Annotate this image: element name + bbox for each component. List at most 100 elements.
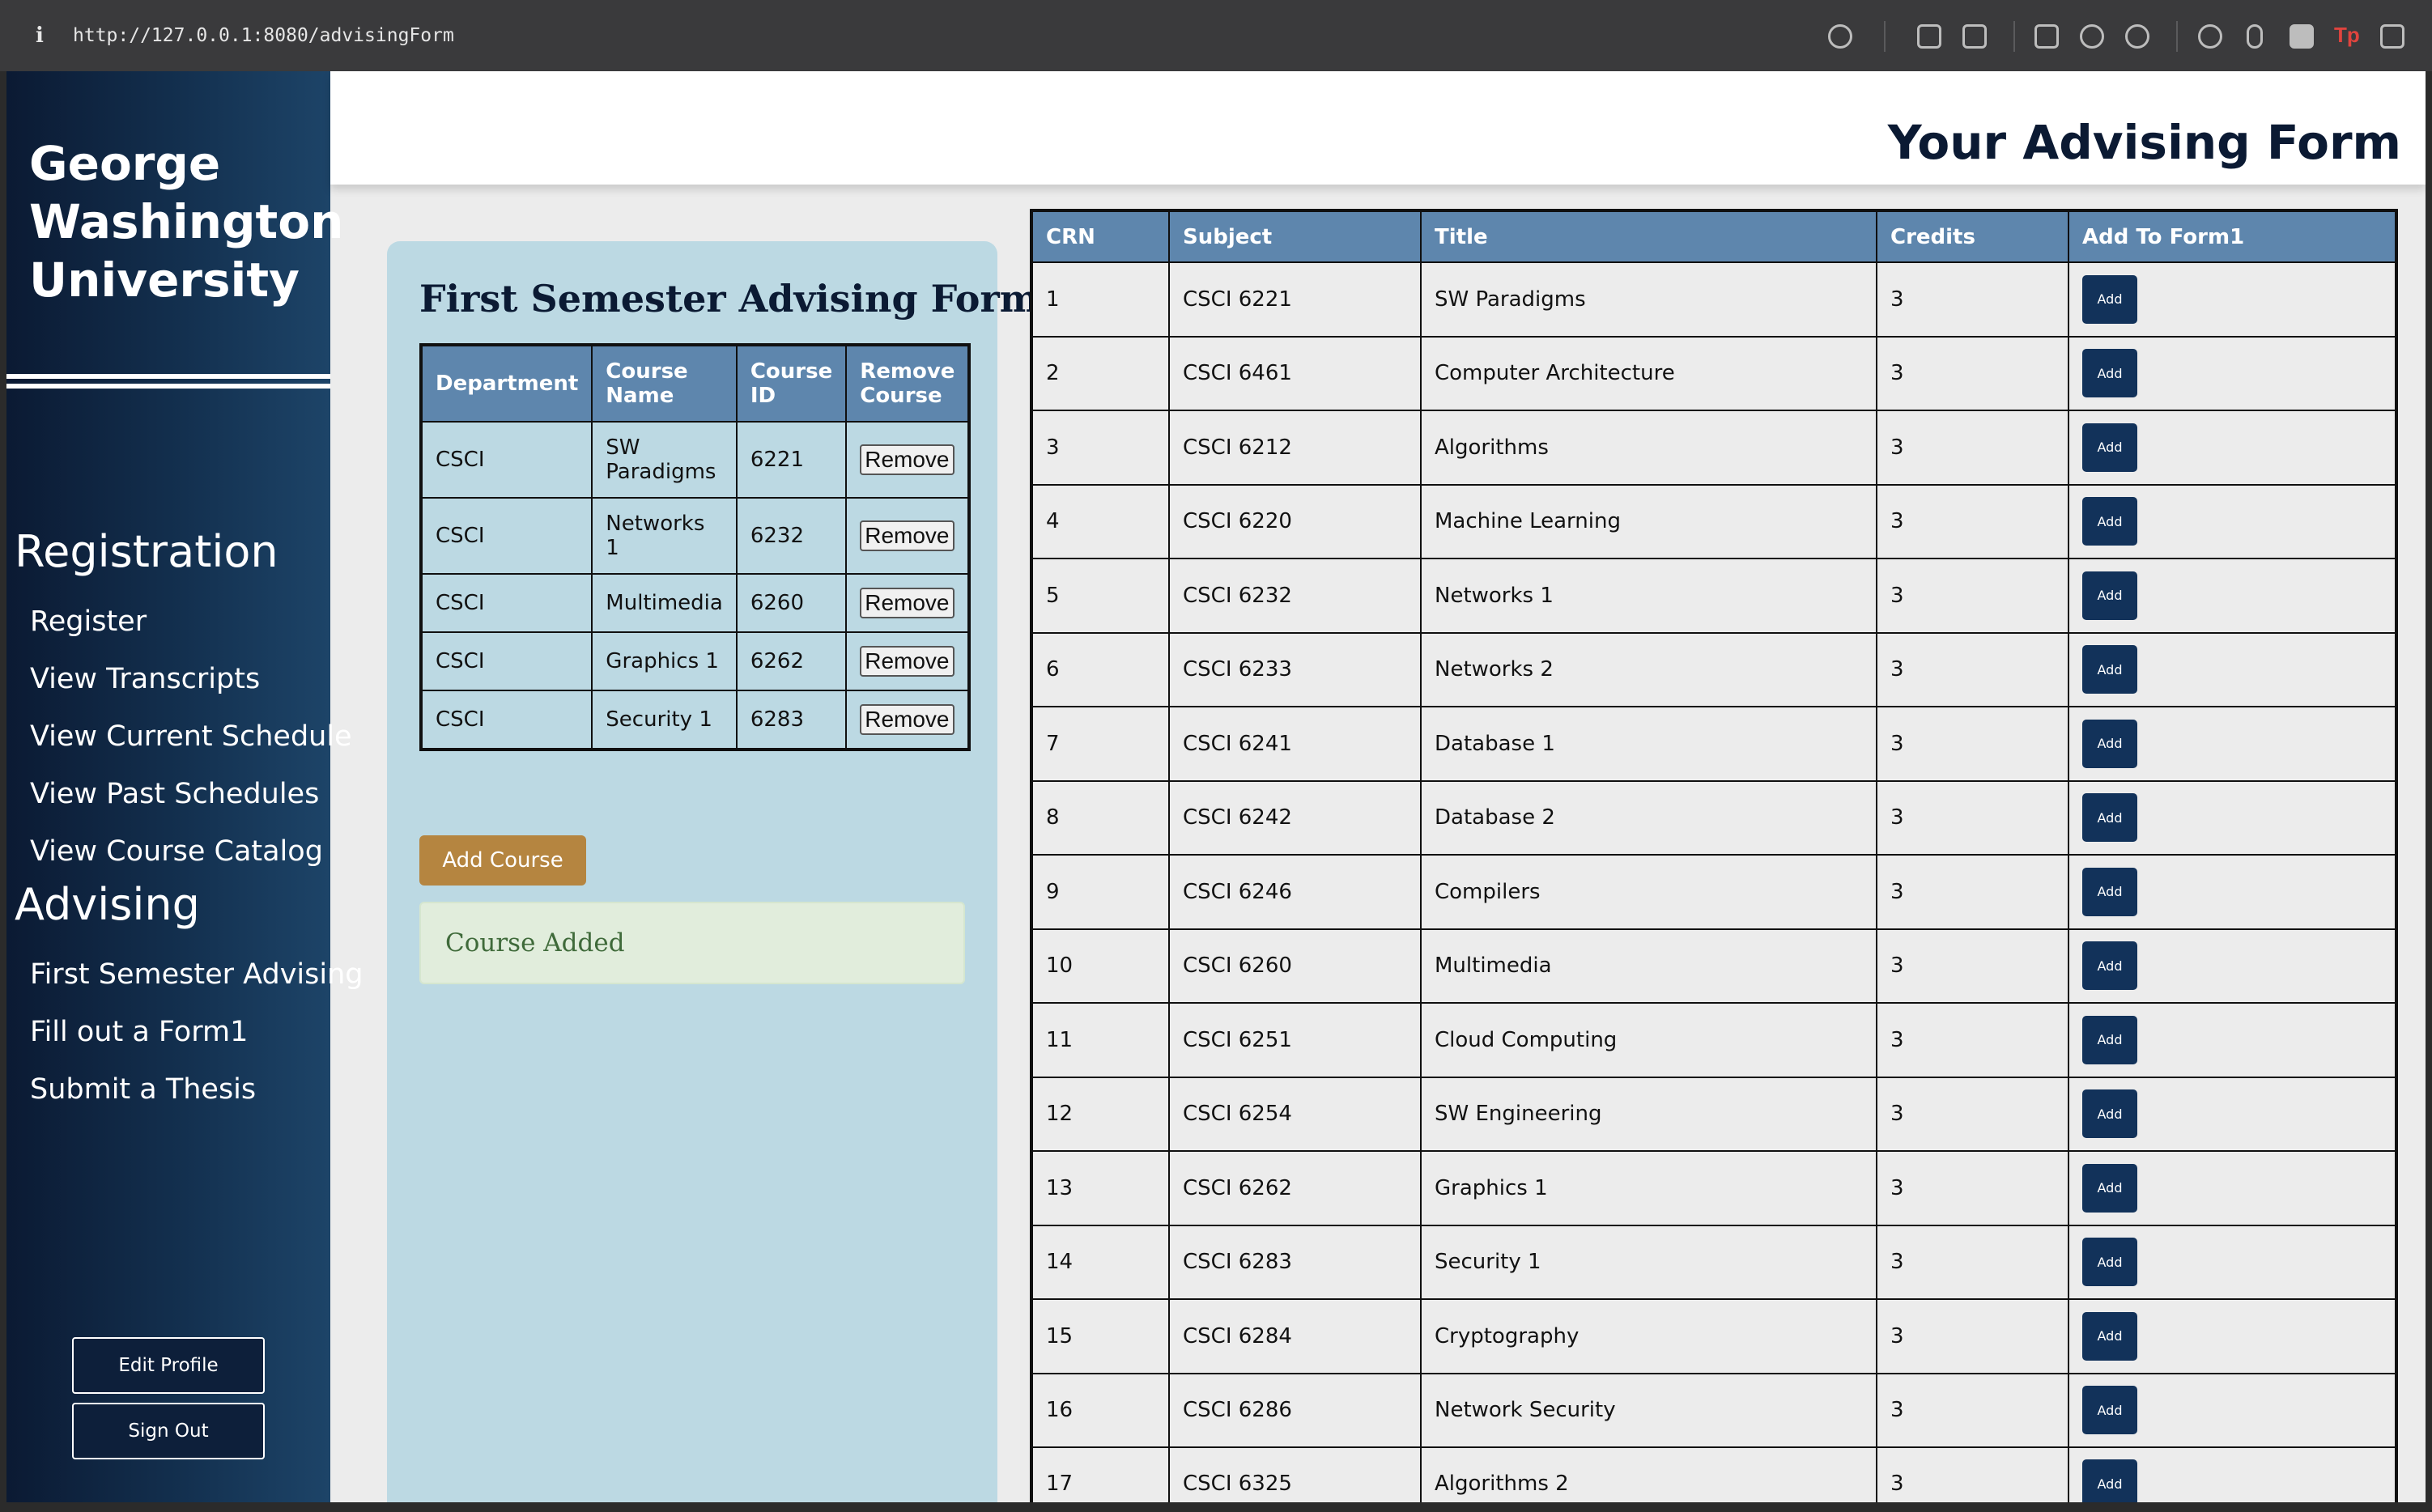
add-to-form1-button[interactable]: Add — [2082, 1089, 2137, 1139]
remove-course-button[interactable]: Remove — [860, 704, 955, 735]
remove-course-button[interactable]: Remove — [860, 646, 955, 677]
add-to-form1-button[interactable]: Add — [2082, 941, 2137, 991]
add-to-form1-button[interactable]: Add — [2082, 867, 2137, 916]
column-header: Remove Course — [845, 344, 971, 423]
table-row: CSCI SW Paradigms 6221 Remove — [419, 421, 971, 499]
sign-out-button[interactable]: Sign Out — [72, 1403, 265, 1459]
table-row: 3 CSCI 6212 Algorithms 3 Add — [1031, 410, 2397, 486]
credits-cell: 3 — [1876, 631, 2069, 707]
toolbar-divider — [1884, 21, 1886, 52]
nav-heading-advising: Advising — [15, 879, 200, 930]
pen-icon[interactable] — [2247, 24, 2263, 49]
subject-cell: CSCI 6246 — [1168, 854, 1422, 930]
title-cell: Graphics 1 — [1420, 1150, 1877, 1226]
nav-view-course-catalog[interactable]: View Course Catalog — [30, 834, 323, 869]
add-to-form1-button[interactable]: Add — [2082, 497, 2137, 546]
info-icon[interactable]: i — [36, 24, 47, 47]
table-row: 6 CSCI 6233 Networks 2 3 Add — [1031, 631, 2397, 707]
add-to-form1-button[interactable]: Add — [2082, 1015, 2137, 1064]
title-cell: Machine Learning — [1420, 483, 1877, 559]
remove-cell: Remove — [845, 421, 971, 499]
globe-icon[interactable] — [2080, 24, 2104, 49]
table-row: 10 CSCI 6260 Multimedia 3 Add — [1031, 928, 2397, 1004]
extensions-icon[interactable] — [2198, 24, 2222, 49]
add-to-form1-button[interactable]: Add — [2082, 1459, 2137, 1502]
nav-submit-thesis[interactable]: Submit a Thesis — [30, 1072, 256, 1107]
column-header: Course ID — [735, 344, 848, 423]
table-row: 13 CSCI 6262 Graphics 1 3 Add — [1031, 1150, 2397, 1226]
edit-profile-button[interactable]: Edit Profile — [72, 1337, 265, 1394]
credits-cell: 3 — [1876, 483, 2069, 559]
nav-view-transcripts[interactable]: View Transcripts — [30, 661, 260, 697]
nav-view-current-schedule[interactable]: View Current Schedule — [30, 719, 352, 754]
table-row: 14 CSCI 6283 Security 1 3 Add — [1031, 1224, 2397, 1300]
add-to-form1-cell: Add — [2068, 706, 2397, 782]
add-to-form1-button[interactable]: Add — [2082, 1386, 2137, 1435]
table-row: 1 CSCI 6221 SW Paradigms 3 Add — [1031, 261, 2397, 338]
remove-course-button[interactable]: Remove — [860, 520, 955, 551]
address-bar[interactable]: http://127.0.0.1:8080/advisingForm — [73, 23, 454, 49]
terminal-icon[interactable] — [2034, 24, 2059, 49]
crn-cell: 5 — [1031, 558, 1170, 634]
add-course-button[interactable]: Add Course — [419, 835, 586, 886]
credits-cell: 3 — [1876, 1298, 2069, 1374]
course-name-cell: Security 1 — [591, 690, 738, 750]
page-header: Your Advising Form — [330, 71, 2426, 185]
add-to-form1-cell: Add — [2068, 1224, 2397, 1300]
add-to-form1-cell: Add — [2068, 483, 2397, 559]
crn-cell: 12 — [1031, 1076, 1170, 1152]
script-icon[interactable] — [2290, 24, 2314, 49]
link-icon[interactable] — [1828, 24, 1852, 49]
column-header: Title — [1420, 210, 1877, 263]
page-title: Your Advising Form — [1887, 115, 2401, 170]
tp-extension-icon[interactable]: Tp — [2334, 23, 2360, 48]
table-row: CSCI Graphics 1 6262 Remove — [419, 631, 971, 691]
camera-icon[interactable] — [1962, 24, 1987, 49]
column-header: Course Name — [591, 344, 738, 423]
table-header-row: Department Course Name Course ID Remove … — [419, 344, 971, 423]
crn-cell: 9 — [1031, 854, 1170, 930]
remove-course-button[interactable]: Remove — [860, 444, 955, 475]
add-to-form1-cell: Add — [2068, 928, 2397, 1004]
nav-register[interactable]: Register — [30, 604, 147, 639]
department-cell: CSCI — [419, 421, 593, 499]
nav-fill-out-form1[interactable]: Fill out a Form1 — [30, 1014, 248, 1050]
add-to-form1-button[interactable]: Add — [2082, 793, 2137, 843]
add-to-form1-button[interactable]: Add — [2082, 1163, 2137, 1213]
table-row: 12 CSCI 6254 SW Engineering 3 Add — [1031, 1076, 2397, 1152]
remove-course-button[interactable]: Remove — [860, 588, 955, 618]
crn-cell: 16 — [1031, 1372, 1170, 1448]
table-row: 7 CSCI 6241 Database 1 3 Add — [1031, 706, 2397, 782]
credits-cell: 3 — [1876, 1372, 2069, 1448]
table-header-row: CRN Subject Title Credits Add To Form1 — [1031, 210, 2397, 263]
add-to-form1-button[interactable]: Add — [2082, 1238, 2137, 1287]
course-id-cell: 6232 — [735, 497, 848, 575]
credits-cell: 3 — [1876, 1150, 2069, 1226]
university-name: George Washington University — [29, 136, 344, 308]
add-to-form1-cell: Add — [2068, 1298, 2397, 1374]
nav-view-past-schedules[interactable]: View Past Schedules — [30, 776, 319, 812]
crosshair-icon[interactable] — [2125, 24, 2149, 49]
title-cell: Multimedia — [1420, 928, 1877, 1004]
add-to-form1-button[interactable]: Add — [2082, 571, 2137, 620]
add-to-form1-button[interactable]: Add — [2082, 349, 2137, 398]
sidebar-toggle-icon[interactable] — [2380, 24, 2404, 49]
course-id-cell: 6260 — [735, 573, 848, 633]
add-to-form1-button[interactable]: Add — [2082, 274, 2137, 324]
crn-cell: 2 — [1031, 335, 1170, 411]
department-cell: CSCI — [419, 690, 593, 750]
course-catalog-table: CRN Subject Title Credits Add To Form1 1… — [1030, 209, 2398, 1502]
crn-cell: 14 — [1031, 1224, 1170, 1300]
table-row: CSCI Networks 1 6232 Remove — [419, 497, 971, 575]
advising-form-title: First Semester Advising Form — [419, 277, 1040, 321]
download-icon[interactable] — [1917, 24, 1941, 49]
nav-first-semester-advising[interactable]: First Semester Advising — [30, 957, 364, 992]
add-to-form1-cell: Add — [2068, 558, 2397, 634]
add-to-form1-button[interactable]: Add — [2082, 719, 2137, 768]
title-cell: Cloud Computing — [1420, 1002, 1877, 1078]
add-to-form1-button[interactable]: Add — [2082, 423, 2137, 472]
add-to-form1-button[interactable]: Add — [2082, 645, 2137, 694]
add-to-form1-button[interactable]: Add — [2082, 1311, 2137, 1361]
course-id-cell: 6262 — [735, 631, 848, 691]
course-name-cell: SW Paradigms — [591, 421, 738, 499]
